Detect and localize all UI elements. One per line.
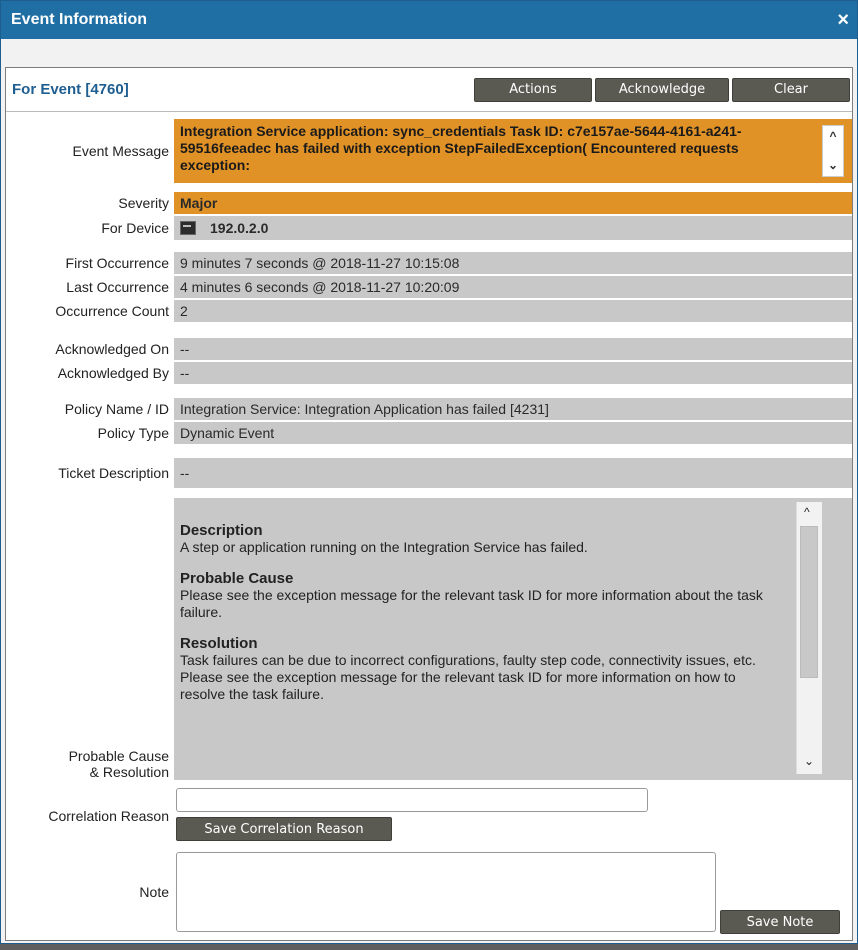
device-ip[interactable]: 192.0.2.0 (210, 220, 268, 236)
event-panel: For Event [4760] Actions Acknowledge Cle… (5, 67, 853, 941)
policy-type-row: Policy Type Dynamic Event (6, 422, 852, 444)
probable-cause-label-line2: & Resolution (89, 764, 169, 780)
dialog-titlebar: Event Information × (1, 1, 857, 39)
last-occurrence-value: 4 minutes 6 seconds @ 2018-11-27 10:20:0… (174, 276, 852, 298)
device-label: For Device (101, 220, 169, 236)
save-correlation-reason-button[interactable]: Save Correlation Reason (176, 817, 392, 841)
probable-cause-content: Description A step or application runnin… (174, 498, 852, 780)
severity-label: Severity (118, 195, 169, 211)
occurrence-count-row: Occurrence Count 2 (6, 300, 852, 322)
event-message-label: Event Message (72, 143, 170, 159)
correlation-reason-label: Correlation Reason (48, 808, 169, 824)
acknowledged-on-row: Acknowledged On -- (6, 338, 852, 360)
ticket-description-row: Ticket Description -- (6, 458, 852, 488)
cause-text: Please see the exception message for the… (180, 587, 763, 620)
description-heading: Description (180, 522, 263, 539)
note-label: Note (139, 884, 169, 900)
acknowledge-button[interactable]: Acknowledge (595, 77, 729, 102)
device-row: For Device 192.0.2.0 (6, 216, 852, 240)
event-message-value: Integration Service application: sync_cr… (174, 119, 852, 183)
probable-cause-row: Probable Cause & Resolution Description … (6, 498, 852, 780)
acknowledged-on-label: Acknowledged On (55, 341, 169, 357)
clear-button[interactable]: Clear (732, 77, 850, 102)
scroll-up-icon[interactable]: ^ (804, 504, 810, 521)
acknowledged-by-label: Acknowledged By (57, 365, 169, 381)
device-value[interactable]: 192.0.2.0 (174, 216, 852, 240)
event-message-text: Integration Service application: sync_cr… (180, 123, 742, 173)
event-information-dialog: Event Information × For Event [4760] Act… (0, 0, 858, 944)
policy-name-value[interactable]: Integration Service: Integration Applica… (174, 398, 852, 420)
severity-row: Severity Major (6, 192, 852, 214)
first-occurrence-row: First Occurrence 9 minutes 7 seconds @ 2… (6, 252, 852, 274)
occurrence-count-value: 2 (174, 300, 852, 322)
correlation-reason-row: Correlation Reason Save Correlation Reas… (6, 788, 852, 844)
severity-value: Major (174, 192, 852, 214)
scroll-down-icon[interactable]: ⌄ (828, 155, 838, 176)
save-note-button[interactable]: Save Note (720, 910, 840, 934)
description-text: A step or application running on the Int… (180, 539, 588, 555)
event-message-row: Event Message Integration Service applic… (6, 119, 852, 183)
resolution-text-1: Task failures can be due to incorrect co… (180, 652, 756, 668)
first-occurrence-value: 9 minutes 7 seconds @ 2018-11-27 10:15:0… (174, 252, 852, 274)
last-occurrence-row: Last Occurrence 4 minutes 6 seconds @ 20… (6, 276, 852, 298)
policy-type-value: Dynamic Event (174, 422, 852, 444)
acknowledged-on-value: -- (174, 338, 852, 360)
action-buttons: Actions Acknowledge Clear (474, 77, 850, 102)
close-icon[interactable]: × (837, 10, 849, 30)
device-icon (180, 221, 196, 235)
scroll-thumb[interactable] (800, 526, 818, 678)
policy-type-label: Policy Type (97, 425, 169, 441)
policy-name-row: Policy Name / ID Integration Service: In… (6, 398, 852, 420)
dialog-title: Event Information (11, 11, 148, 28)
first-occurrence-label: First Occurrence (65, 255, 169, 271)
note-textarea[interactable] (176, 852, 716, 932)
occurrence-count-label: Occurrence Count (55, 303, 169, 319)
event-message-scrollbar[interactable]: ^ ⌄ (822, 125, 844, 177)
event-title: For Event [4760] (12, 81, 129, 98)
correlation-reason-input[interactable] (176, 788, 648, 812)
policy-name-label: Policy Name / ID (64, 401, 169, 417)
acknowledged-by-value: -- (174, 362, 852, 384)
resolution-text-2: Please see the exception message for the… (180, 669, 736, 702)
ticket-description-label: Ticket Description (58, 465, 169, 481)
resolution-heading: Resolution (180, 635, 258, 652)
event-header: For Event [4760] Actions Acknowledge Cle… (6, 68, 852, 112)
ticket-description-value: -- (174, 458, 852, 488)
cause-heading: Probable Cause (180, 570, 294, 587)
probable-cause-scrollbar[interactable]: ^ ⌄ (796, 502, 822, 774)
actions-button[interactable]: Actions (474, 77, 592, 102)
scroll-up-icon[interactable]: ^ (829, 126, 836, 147)
note-row: Note Save Note (6, 852, 852, 936)
probable-cause-label: Probable Cause & Resolution (6, 498, 173, 780)
probable-cause-label-line1: Probable Cause (68, 748, 169, 764)
acknowledged-by-row: Acknowledged By -- (6, 362, 852, 384)
scroll-down-icon[interactable]: ⌄ (804, 753, 814, 770)
last-occurrence-label: Last Occurrence (66, 279, 169, 295)
